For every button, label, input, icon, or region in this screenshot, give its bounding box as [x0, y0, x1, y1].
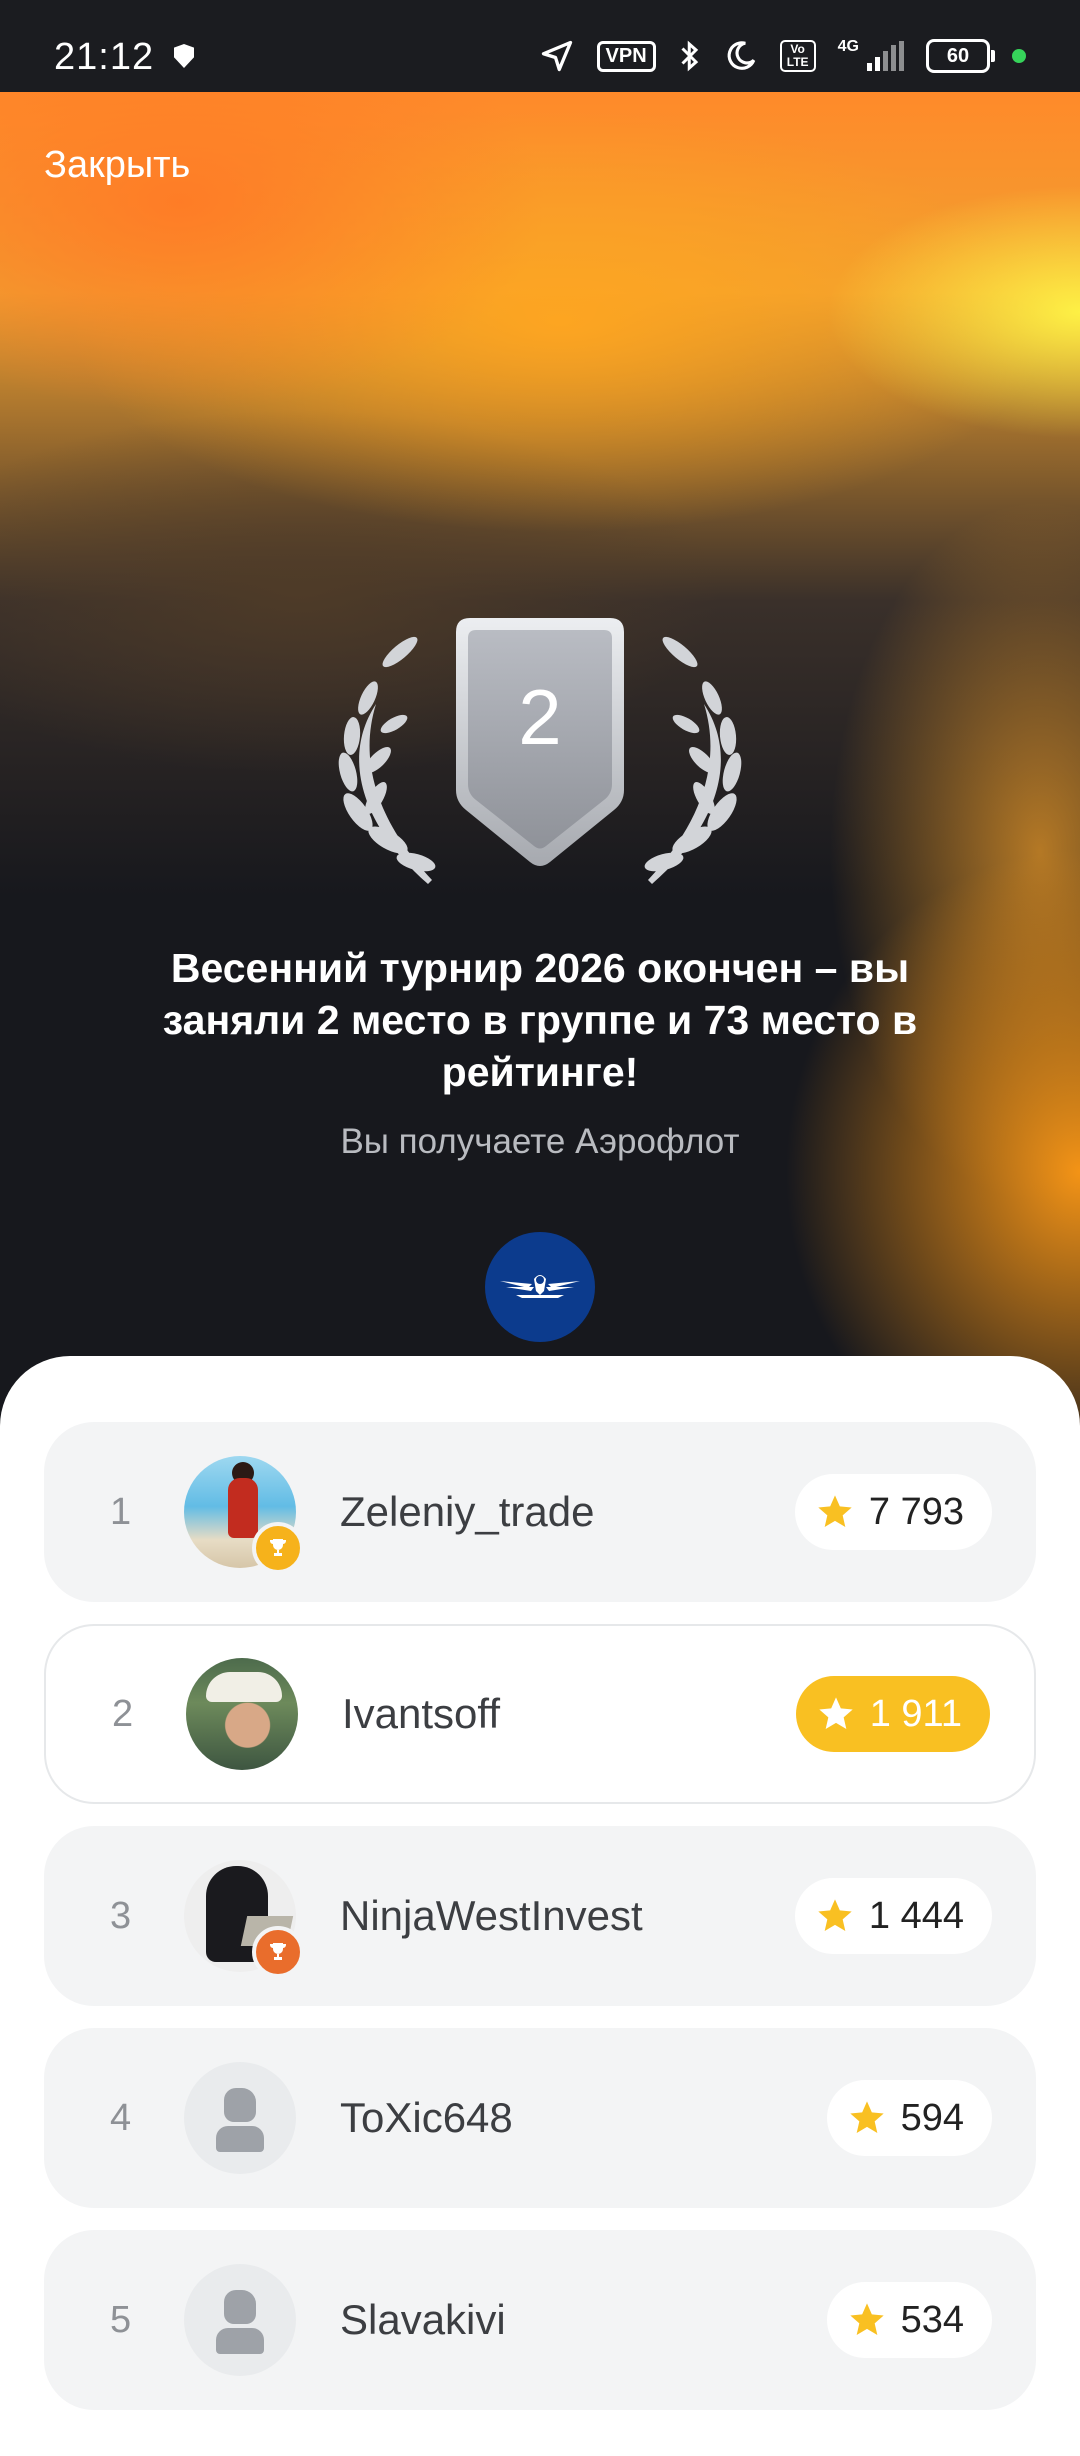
star-icon [818, 1899, 852, 1931]
signal-icon [867, 41, 904, 71]
result-title: Весенний турнир 2026 окончен – вы заняли… [162, 945, 918, 1095]
score-value: 594 [900, 2096, 964, 2139]
score-value: 534 [900, 2298, 964, 2341]
avatar[interactable] [184, 2264, 296, 2376]
player-name: Zeleniy_trade [340, 1488, 595, 1535]
avatar[interactable] [184, 1456, 304, 1574]
rank-number: 5 [110, 2298, 132, 2341]
gold-trophy-icon [252, 1522, 304, 1574]
status-bar: 21:12 VPN Vo LTE 4G 60 [0, 0, 1080, 92]
leaderboard-row[interactable]: 1 Zeleniy_trade 7 793 [44, 1422, 1036, 1602]
leaderboard-row-current-user[interactable]: 2 Ivantsoff 1 911 [44, 1624, 1036, 1804]
status-time: 21:12 [54, 36, 155, 78]
result-hero: Закрыть 2 Весенний турнир 2026 окончен –… [0, 92, 1080, 1432]
privacy-indicator-dot [1012, 49, 1026, 63]
score-pill: 594 [826, 2080, 992, 2156]
leaderboard: 1 Zeleniy_trade 7 793 2 Ivantsoff 1 911 … [0, 1356, 1080, 2456]
battery-icon: 60 [926, 39, 995, 73]
leaderboard-row[interactable]: 4 ToXic648 594 [44, 2028, 1036, 2208]
score-pill: 1 911 [795, 1676, 990, 1752]
rank-number: 2 [112, 1692, 134, 1735]
score-pill: 1 444 [794, 1878, 992, 1954]
prize-subtitle: Вы получаете Аэрофлот [340, 1122, 740, 1161]
winged-hammer-sickle-icon [500, 1275, 580, 1298]
star-icon [849, 2303, 884, 2335]
star-icon [819, 1697, 853, 1729]
close-button[interactable]: Закрыть [44, 144, 190, 187]
place-number: 2 [518, 673, 562, 761]
location-arrow-icon [541, 40, 572, 72]
score-pill: 7 793 [794, 1474, 992, 1550]
vpn-icon: VPN [596, 40, 656, 72]
star-icon [818, 1495, 852, 1527]
score-value: 7 793 [868, 1490, 964, 1533]
rank-number: 3 [110, 1894, 132, 1937]
player-name: NinjaWestInvest [340, 1892, 643, 1939]
moon-icon [727, 41, 755, 70]
volte-icon: Vo LTE [779, 40, 816, 72]
score-value: 1 444 [868, 1894, 964, 1937]
place-award: 2 [328, 612, 752, 892]
score-value: 1 911 [869, 1692, 962, 1735]
leaderboard-row[interactable]: 5 Slavakivi 534 [44, 2230, 1036, 2410]
leaderboard-row[interactable]: 3 NinjaWestInvest 1 444 [44, 1826, 1036, 2006]
default-user-icon [184, 2264, 296, 2376]
avatar[interactable] [184, 2062, 296, 2174]
player-name: Slavakivi [340, 2296, 506, 2343]
bronze-trophy-icon [252, 1926, 304, 1978]
rank-number: 4 [110, 2096, 132, 2139]
bluetooth-icon [681, 40, 698, 72]
shield-icon [174, 44, 194, 68]
player-name: Ivantsoff [342, 1690, 500, 1737]
aeroflot-logo[interactable] [485, 1232, 595, 1342]
avatar[interactable] [184, 1860, 304, 1978]
player-name: ToXic648 [340, 2094, 513, 2141]
score-pill: 534 [826, 2282, 992, 2358]
star-icon [849, 2101, 884, 2133]
avatar[interactable] [186, 1658, 298, 1770]
network-type: 4G [837, 38, 859, 55]
rank-number: 1 [110, 1490, 132, 1533]
default-user-icon [184, 2062, 296, 2174]
status-icons: VPN Vo LTE 4G 60 [539, 38, 1026, 74]
